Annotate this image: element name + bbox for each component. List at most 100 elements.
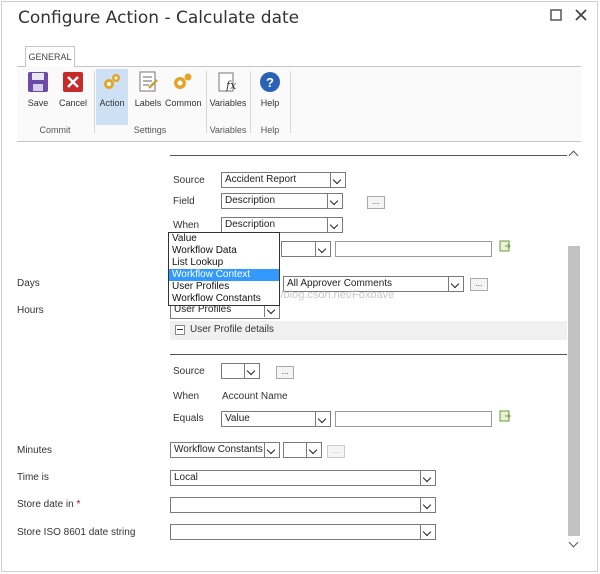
ribbon-separator xyxy=(290,71,291,133)
hours-label: Hours xyxy=(17,305,44,316)
profile-details-label: User Profile details xyxy=(190,324,274,335)
lookup-icon[interactable] xyxy=(499,410,511,425)
variables-fx-icon: fx xyxy=(217,71,239,93)
chevron-down-icon xyxy=(420,498,435,512)
chevron-down-icon xyxy=(244,364,259,378)
value-type-dropdown-list[interactable]: Value Workflow Data List Lookup Workflow… xyxy=(168,232,280,306)
value-source-select[interactable] xyxy=(281,241,331,257)
equals-label: Equals xyxy=(173,413,204,424)
equals-select[interactable]: Value xyxy=(221,411,331,427)
equals-input[interactable] xyxy=(335,411,492,427)
when-value: Description xyxy=(225,219,276,230)
chevron-down-icon xyxy=(264,443,279,457)
ribbon-separator xyxy=(94,71,95,133)
source-value: Accident Report xyxy=(225,174,297,185)
minutes-ellipsis-button[interactable]: ... xyxy=(327,445,345,458)
collapse-icon[interactable] xyxy=(175,325,185,335)
when-value: Account Name xyxy=(222,391,288,402)
group-help-label: Help xyxy=(260,125,280,135)
chevron-down-icon xyxy=(327,218,342,232)
section-divider xyxy=(170,155,567,156)
ribbon-separator xyxy=(250,71,251,133)
variables-button[interactable]: fx Variables xyxy=(208,71,248,108)
variables-label: Variables xyxy=(209,98,247,108)
scrollbar-thumb[interactable] xyxy=(568,246,580,536)
group-settings-label: Settings xyxy=(133,125,167,135)
common-gears-icon xyxy=(171,71,193,93)
dropdown-option-selected[interactable]: Workflow Context xyxy=(169,269,279,281)
common-button[interactable]: Common xyxy=(165,71,202,108)
context-ellipsis-button[interactable]: ... xyxy=(470,278,488,291)
dropdown-option[interactable]: Workflow Constants xyxy=(169,293,279,305)
source-select[interactable]: Accident Report xyxy=(221,172,346,188)
cancel-icon xyxy=(62,71,84,93)
save-label: Save xyxy=(27,98,49,108)
when-label: When xyxy=(173,220,200,231)
store-iso-select[interactable] xyxy=(170,524,436,540)
chevron-down-icon xyxy=(315,242,330,256)
source2-ellipsis-button[interactable]: ... xyxy=(276,366,294,379)
profile-details-bar[interactable]: User Profile details xyxy=(170,321,567,340)
time-is-label: Time is xyxy=(17,472,49,483)
minutes-source-value: Workflow Constants xyxy=(174,444,263,455)
labels-icon xyxy=(137,71,159,93)
when-label: When xyxy=(173,391,200,402)
action-button[interactable]: Action xyxy=(96,69,128,125)
scroll-up-icon[interactable] xyxy=(568,150,579,161)
minutes-field-select[interactable] xyxy=(283,442,322,458)
group-commit-label: Commit xyxy=(39,125,71,135)
equals-value: Value xyxy=(225,413,250,424)
minutes-label: Minutes xyxy=(17,445,53,456)
ribbon: Save Cancel Commit Action Labels Common … xyxy=(17,66,581,142)
chevron-down-icon xyxy=(330,173,345,187)
scroll-down-icon[interactable] xyxy=(568,537,579,548)
svg-text:?: ? xyxy=(266,75,274,90)
cancel-button[interactable]: Cancel xyxy=(56,71,90,108)
source-label: Source xyxy=(173,366,205,377)
save-icon xyxy=(27,71,49,93)
field-value: Description xyxy=(225,195,276,206)
chevron-down-icon xyxy=(306,443,321,457)
maximize-icon[interactable] xyxy=(550,8,562,24)
dropdown-option[interactable]: User Profiles xyxy=(169,281,279,293)
dialog-title: Configure Action - Calculate date xyxy=(18,8,300,28)
field-ellipsis-button[interactable]: ... xyxy=(367,196,385,209)
store-iso-label: Store ISO 8601 date string xyxy=(17,527,136,538)
when-select[interactable]: Description xyxy=(221,217,343,233)
group-variables-label: Variables xyxy=(209,125,247,135)
lookup-icon[interactable] xyxy=(499,240,511,255)
section-divider xyxy=(170,354,567,355)
source-label: Source xyxy=(173,175,205,186)
labels-button[interactable]: Labels xyxy=(131,71,165,108)
help-button[interactable]: ? Help xyxy=(253,71,287,108)
dropdown-option[interactable]: List Lookup xyxy=(169,257,279,269)
store-date-text: Store date in xyxy=(17,499,74,510)
vertical-scrollbar[interactable] xyxy=(567,146,581,554)
dropdown-option[interactable]: Workflow Data xyxy=(169,245,279,257)
context-field-value: All Approver Comments xyxy=(287,278,393,289)
dropdown-option[interactable]: Value xyxy=(169,233,279,245)
value-input[interactable] xyxy=(335,241,492,257)
field-label: Field xyxy=(173,196,195,207)
store-date-label: Store date in * xyxy=(17,499,80,510)
help-label: Help xyxy=(260,98,280,108)
store-date-select[interactable] xyxy=(170,497,436,513)
labels-label: Labels xyxy=(134,98,162,108)
minutes-source-select[interactable]: Workflow Constants xyxy=(170,442,280,458)
time-is-select[interactable]: Local xyxy=(170,470,436,486)
tab-general[interactable]: GENERAL xyxy=(25,46,75,67)
gears-icon xyxy=(101,71,123,93)
chevron-down-icon xyxy=(448,277,463,291)
chevron-down-icon xyxy=(327,194,342,208)
close-icon[interactable] xyxy=(575,8,587,24)
days-label: Days xyxy=(17,278,40,289)
chevron-down-icon xyxy=(420,471,435,485)
required-mark: * xyxy=(76,499,81,510)
ribbon-separator xyxy=(206,71,207,133)
source2-select[interactable] xyxy=(221,363,260,379)
field-select[interactable]: Description xyxy=(221,193,343,209)
svg-text:fx: fx xyxy=(225,79,237,92)
save-button[interactable]: Save xyxy=(21,71,55,108)
cancel-label: Cancel xyxy=(58,98,87,108)
action-label: Action xyxy=(99,98,125,108)
